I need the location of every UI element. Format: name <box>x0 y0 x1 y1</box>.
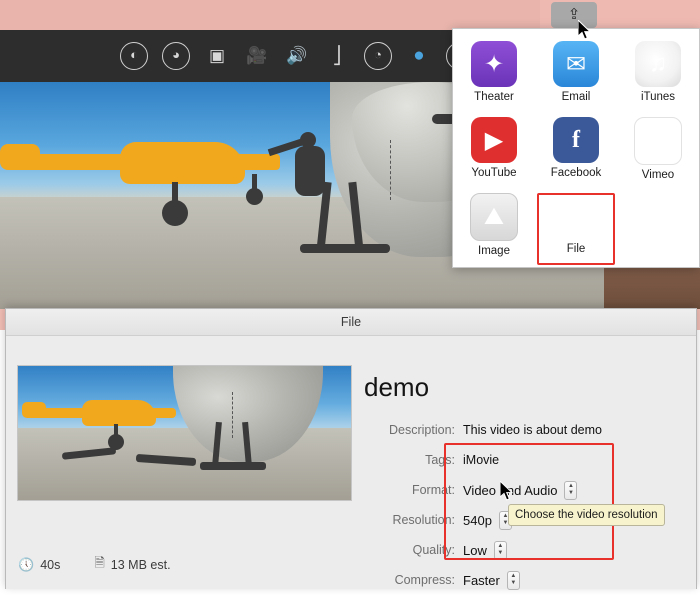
share-option-itunes[interactable]: ♫ iTunes <box>621 37 695 113</box>
person-body <box>295 146 325 196</box>
sheet-body: 🕔 40s 🗎 13 MB est. demo Description: Thi… <box>6 336 696 590</box>
export-file-sheet: File 🕔 40s 🗎 13 MB est. demo Description… <box>5 308 697 590</box>
mouse-cursor <box>578 20 592 40</box>
share-option-label: Vimeo <box>641 169 675 181</box>
field-compress: Compress: Faster ▲ ▼ <box>362 565 692 595</box>
thumb-seam-line <box>232 392 233 438</box>
facebook-icon: f <box>553 117 599 163</box>
field-label: Compress: <box>394 573 455 587</box>
export-meta-row: 🕔 40s 🗎 13 MB est. <box>18 554 171 576</box>
share-option-email[interactable]: ✉ Email <box>539 37 613 113</box>
video-thumbnail <box>17 365 352 501</box>
mouse-cursor-secondary <box>500 481 514 501</box>
quality-stepper[interactable]: ▲ ▼ <box>493 540 507 560</box>
share-option-label: Facebook <box>550 167 602 179</box>
image-icon: ⛰ <box>470 193 518 241</box>
description-value[interactable]: This video is about demo <box>463 423 602 437</box>
field-label: Format: <box>411 483 455 497</box>
landing-gear-wheel <box>162 200 188 226</box>
globe-icon[interactable]: ● <box>406 43 432 69</box>
share-menu-popover: ✦ Theater ✉ Email ♫ iTunes ▶ YouTube f F… <box>452 28 700 268</box>
share-option-theater[interactable]: ✦ Theater <box>457 37 531 113</box>
share-option-youtube[interactable]: ▶ YouTube <box>457 113 531 189</box>
share-options-grid: ✦ Theater ✉ Email ♫ iTunes ▶ YouTube f F… <box>453 37 699 265</box>
duration-meta: 🕔 40s <box>18 557 60 573</box>
share-option-vimeo[interactable]: V Vimeo <box>621 113 695 189</box>
resolution-tooltip: Choose the video resolution <box>508 504 665 526</box>
support-base <box>300 244 390 253</box>
field-format: Format: Video and Audio ▲ ▼ <box>362 475 692 505</box>
share-option-label: Image <box>478 245 510 257</box>
thumb-plane-body <box>82 400 156 426</box>
field-label: Description: <box>389 423 455 437</box>
export-details: demo Description: This video is about de… <box>362 372 692 595</box>
crop-icon[interactable]: ▣ <box>204 43 230 69</box>
imovie-window: ⇪ ◐ ◕ ▣ 🎥 🔊 ⎦ ◔ ● i <box>0 0 700 330</box>
share-option-label: Email <box>561 91 591 103</box>
sheet-title: File <box>340 315 362 329</box>
field-description: Description: This video is about demo <box>362 415 692 445</box>
format-stepper[interactable]: ▲ ▼ <box>564 480 578 500</box>
filesize-meta: 🗎 13 MB est. <box>94 554 170 576</box>
toolbar-icon-group: ◐ ◕ ▣ 🎥 🔊 ⎦ ◔ ● i <box>120 30 474 82</box>
clock-icon: 🕔 <box>18 557 35 572</box>
stepper-down-icon: ▼ <box>567 490 574 496</box>
sheet-titlebar: File <box>6 309 696 336</box>
compress-value[interactable]: Faster <box>463 573 500 588</box>
email-icon: ✉ <box>553 41 599 87</box>
yellow-plane-tail <box>0 144 40 170</box>
speed-icon[interactable]: ◔ <box>364 42 392 70</box>
field-label: Quality: <box>412 543 455 557</box>
stepper-up-icon: ▲ <box>510 573 517 579</box>
color-balance-icon[interactable]: ◐ <box>120 42 148 70</box>
filesize-value: 13 MB est. <box>110 558 171 572</box>
field-label: Tags: <box>425 453 455 467</box>
quality-value[interactable]: Low <box>463 543 487 558</box>
stepper-up-icon: ▲ <box>497 543 504 549</box>
share-option-label: YouTube <box>471 167 517 179</box>
file-size-icon: 🗎 <box>94 555 105 570</box>
document-title[interactable]: demo <box>364 372 692 403</box>
field-label: Resolution: <box>392 513 455 527</box>
share-option-label: iTunes <box>640 91 676 103</box>
field-quality: Quality: Low ▲ ▼ <box>362 535 692 565</box>
front-gear-wheel <box>246 188 263 205</box>
audio-equalizer-icon[interactable]: ⎦ <box>324 43 350 69</box>
volume-icon[interactable]: 🔊 <box>284 43 310 69</box>
tags-value[interactable]: iMovie <box>463 453 499 467</box>
vimeo-icon: V <box>634 117 682 165</box>
compress-stepper[interactable]: ▲ ▼ <box>506 570 520 590</box>
thumb-pole-base <box>200 462 266 470</box>
file-icon: 🎞 <box>553 193 599 239</box>
resolution-value[interactable]: 540p <box>463 513 492 528</box>
field-tags: Tags: iMovie <box>362 445 692 475</box>
yellow-plane-body <box>120 142 245 184</box>
share-option-facebook[interactable]: f Facebook <box>539 113 613 189</box>
fuselage-seam-line <box>390 140 391 200</box>
share-option-label: File <box>566 243 586 255</box>
youtube-icon: ▶ <box>471 117 517 163</box>
itunes-icon: ♫ <box>635 41 681 87</box>
duration-value: 40s <box>40 558 61 572</box>
share-option-label: Theater <box>474 91 514 103</box>
share-option-image[interactable]: ⛰ Image <box>457 189 531 265</box>
stepper-down-icon: ▼ <box>497 550 504 556</box>
stepper-down-icon: ▼ <box>510 580 517 586</box>
stabilization-icon[interactable]: 🎥 <box>244 43 270 69</box>
color-correction-icon[interactable]: ◕ <box>162 42 190 70</box>
stepper-up-icon: ▲ <box>567 483 574 489</box>
thumb-plane-tail <box>22 402 46 418</box>
share-option-file[interactable]: 🎞 File <box>539 189 613 265</box>
theater-icon: ✦ <box>471 41 517 87</box>
